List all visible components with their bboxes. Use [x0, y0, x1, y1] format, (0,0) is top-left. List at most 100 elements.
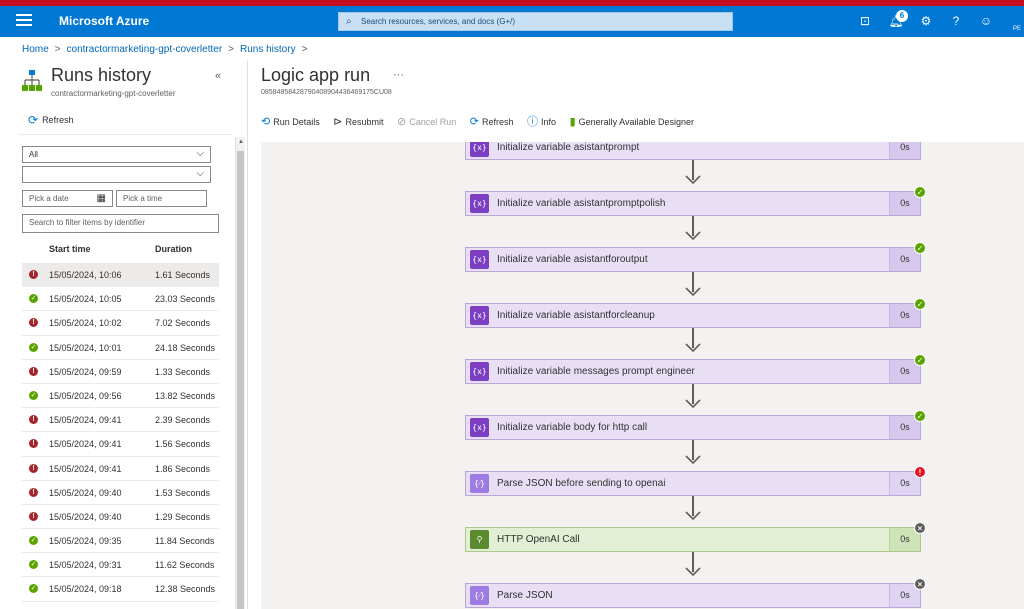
run-row[interactable]: ✓ 15/05/2024, 09:18 12.38 Seconds	[22, 577, 219, 602]
run-details-button[interactable]: ⟲ Run Details	[261, 115, 320, 128]
run-row[interactable]: ! 15/05/2024, 09:40 1.53 Seconds	[22, 481, 219, 505]
arrow-down-icon	[685, 287, 701, 296]
run-row[interactable]: ! 15/05/2024, 10:02 7.02 Seconds	[22, 311, 219, 336]
info-button[interactable]: ⓘ Info	[527, 113, 556, 129]
run-duration: 11.62 Seconds	[155, 560, 215, 571]
run-row[interactable]: ✓ 15/05/2024, 09:56 13.82 Seconds	[22, 384, 219, 409]
run-row[interactable]: ✓ 15/05/2024, 10:05 23.03 Seconds	[22, 287, 219, 312]
history-icon: ⟲	[261, 116, 271, 128]
step-duration: 0s	[889, 142, 920, 159]
runs-history-subtitle: contractormarketing-gpt-coverletter	[51, 89, 176, 98]
run-duration: 11.84 Seconds	[155, 536, 215, 547]
refresh-icon: ⟳	[469, 116, 479, 128]
portal-brand[interactable]: Microsoft Azure	[59, 14, 149, 28]
cloud-shell-icon[interactable]: ⊡	[857, 13, 873, 29]
run-duration: 24.18 Seconds	[155, 342, 216, 353]
skipped-icon: ×	[914, 522, 926, 534]
workflow-step[interactable]: {x} Initialize variable body for http cal…	[465, 410, 926, 440]
run-row[interactable]: ! 15/05/2024, 09:41 2.39 Seconds	[22, 408, 219, 433]
logic-app-run-title: Logic app run	[261, 65, 371, 85]
run-row[interactable]: ✓ 15/05/2024, 10:01 24.18 Seconds	[22, 336, 219, 360]
status-filter-dropdown[interactable]: All ⌵	[22, 146, 211, 163]
workflow-step[interactable]: {⁄} Parse JSON 0s ×	[465, 578, 926, 608]
collapse-blade-icon[interactable]: «	[215, 70, 221, 82]
arrow-down-icon	[685, 175, 701, 184]
run-start-time: 15/05/2024, 10:05	[49, 294, 122, 305]
workflow-step[interactable]: {x} Initialize variable messages prompt e…	[465, 354, 926, 384]
run-start-time: 15/05/2024, 09:35	[49, 536, 122, 547]
workflow-step[interactable]: {x} Initialize variable asistantforcleanu…	[465, 298, 926, 328]
arrow-down-icon	[685, 343, 701, 352]
column-start-time[interactable]: Start time	[49, 244, 91, 254]
run-row[interactable]: ! 15/05/2024, 09:41 1.86 Seconds	[22, 457, 219, 481]
run-duration: 1.33 Seconds	[155, 366, 211, 377]
global-search-input[interactable]: ⌕ Search resources, services, and docs (…	[338, 12, 733, 31]
menu-icon[interactable]	[16, 14, 32, 28]
workflow-step[interactable]: {x} Initialize variable asistantprompt 0s	[465, 142, 921, 160]
secondary-filter-dropdown[interactable]: ⌵	[22, 166, 211, 183]
run-row[interactable]: ✓ 15/05/2024, 09:31 11.62 Seconds	[22, 553, 219, 578]
step-label: Parse JSON before sending to openai	[497, 478, 666, 489]
success-icon: ✓	[29, 390, 38, 400]
run-start-time: 15/05/2024, 09:41	[49, 463, 122, 474]
run-duration: 1.86 Seconds	[155, 463, 211, 474]
date-picker[interactable]: Pick a date ▦	[22, 190, 113, 207]
scroll-up-icon[interactable]: ▲	[238, 139, 244, 145]
run-duration: 1.29 Seconds	[155, 511, 211, 522]
run-row[interactable]: ! 15/05/2024, 09:41 1.56 Seconds	[22, 432, 219, 457]
success-icon: ✓	[914, 298, 926, 310]
error-icon: !	[29, 487, 38, 497]
refresh-run-button[interactable]: ⟳ Refresh	[470, 115, 514, 128]
user-initials[interactable]: PE	[1013, 26, 1021, 32]
workflow-canvas[interactable]: {x} Initialize variable asistantprompt 0s {…	[261, 142, 1024, 609]
designer-button[interactable]: ▮ Generally Available Designer	[570, 115, 694, 128]
run-start-time: 15/05/2024, 10:02	[49, 318, 122, 329]
time-picker[interactable]: Pick a time	[116, 190, 207, 207]
refresh-runs-button[interactable]: ⟳ Refresh	[28, 113, 74, 127]
runs-scrollbar[interactable]: ▲	[235, 137, 245, 609]
breadcrumb-separator: >	[228, 44, 234, 55]
column-duration[interactable]: Duration	[155, 244, 192, 254]
success-icon: ✓	[29, 560, 38, 570]
arrow-down-icon	[685, 231, 701, 240]
help-icon[interactable]: ?	[948, 13, 964, 29]
run-start-time: 15/05/2024, 09:59	[49, 366, 122, 377]
run-duration: 1.53 Seconds	[155, 487, 211, 498]
settings-icon[interactable]: ⚙	[918, 13, 934, 29]
run-row[interactable]: ! 15/05/2024, 10:06 1.61 Seconds	[22, 263, 219, 288]
breadcrumb-separator: >	[301, 44, 308, 55]
run-row[interactable]: ✓ 15/05/2024, 09:35 11.84 Seconds	[22, 529, 219, 554]
cancel-icon: ⊘	[397, 116, 407, 128]
resubmit-button[interactable]: ⊳ Resubmit	[333, 115, 383, 128]
runs-list: ! 15/05/2024, 10:06 1.61 Seconds ✓ 15/05/202…	[22, 263, 219, 602]
error-icon: !	[29, 366, 38, 376]
workflow-step[interactable]: ⚲ HTTP OpenAI Call 0s ×	[465, 522, 926, 552]
success-icon: ✓	[914, 354, 926, 366]
variable-icon: {x}	[466, 416, 493, 439]
run-identifier-search[interactable]: Search to filter items by identifier	[22, 214, 219, 233]
success-icon: ✓	[29, 536, 38, 546]
workflow-step[interactable]: {⁄} Parse JSON before sending to openai 0s…	[465, 466, 926, 496]
breadcrumb-runs-history[interactable]: Runs history	[240, 44, 296, 55]
scrollbar-thumb[interactable]	[237, 151, 244, 609]
step-label: Initialize variable asistantprompt	[497, 142, 640, 153]
run-start-time: 15/05/2024, 10:06	[49, 270, 122, 280]
divider	[18, 134, 232, 135]
run-start-time: 15/05/2024, 09:41	[49, 415, 122, 426]
error-icon: !	[29, 318, 38, 328]
cancel-run-button[interactable]: ⊘ Cancel Run	[397, 115, 456, 128]
run-row[interactable]: ! 15/05/2024, 09:59 1.33 Seconds	[22, 360, 219, 384]
breadcrumb-home[interactable]: Home	[22, 44, 49, 55]
breadcrumb-logic-app[interactable]: contractormarketing-gpt-coverletter	[67, 44, 223, 55]
arrow-down-icon	[685, 567, 701, 576]
run-row[interactable]: ! 15/05/2024, 09:40 1.29 Seconds	[22, 505, 219, 530]
run-start-time: 15/05/2024, 09:18	[49, 584, 122, 595]
feedback-icon[interactable]: ☺	[978, 13, 994, 29]
workflow-step[interactable]: {x} Initialize variable asistantforoutput…	[465, 242, 926, 272]
workflow-step[interactable]: {x} Initialize variable asistantpromptpol…	[465, 186, 926, 216]
more-options-icon[interactable]: ···	[393, 69, 404, 81]
breadcrumb: Home > contractormarketing-gpt-coverletter…	[22, 44, 313, 55]
arrow-down-icon	[685, 399, 701, 408]
run-duration: 1.56 Seconds	[155, 439, 211, 450]
run-start-time: 15/05/2024, 09:41	[49, 439, 122, 450]
